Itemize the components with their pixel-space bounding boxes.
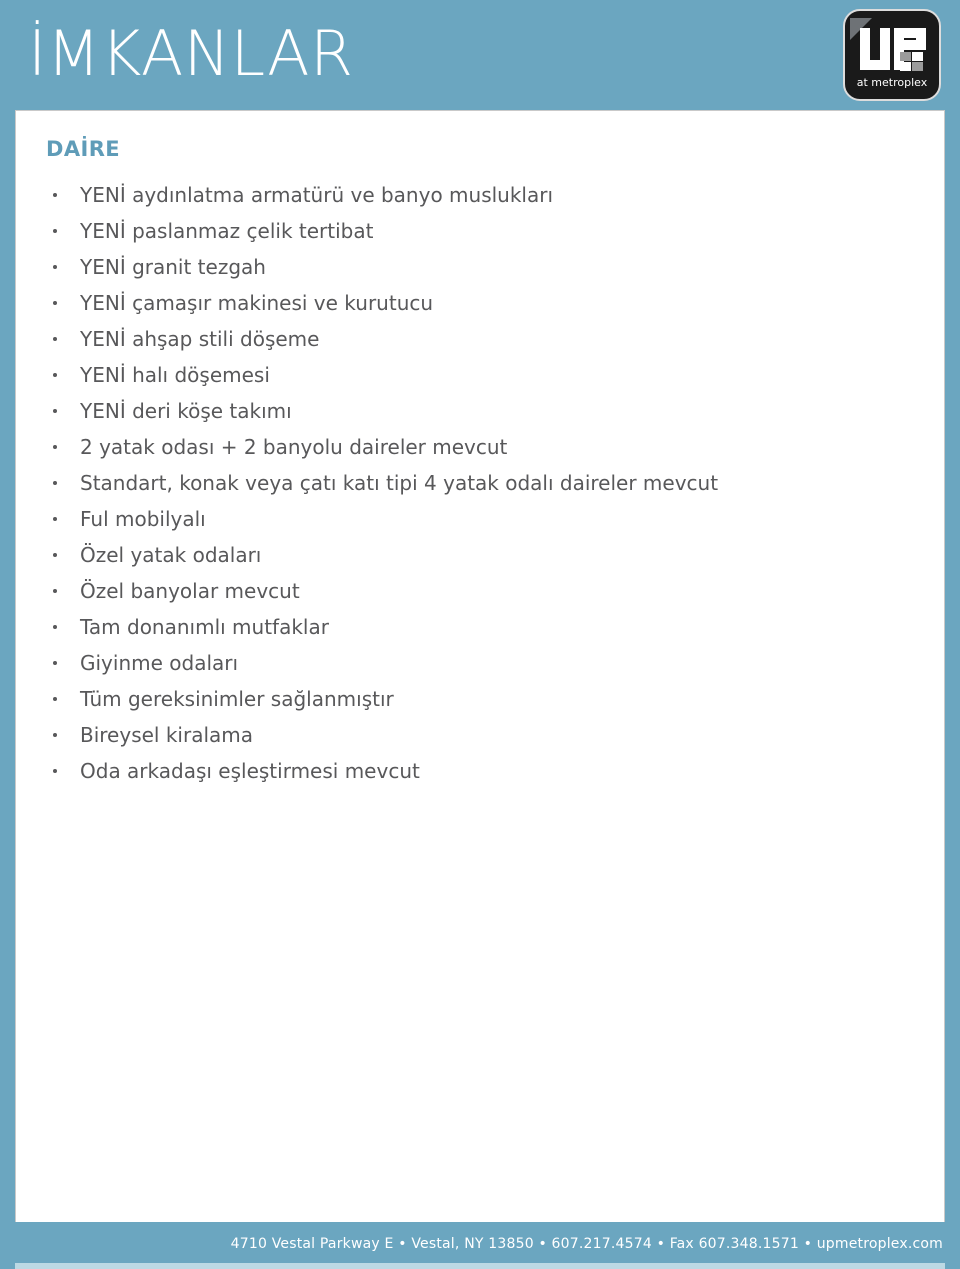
- list-item: Bireysel kiralama: [32, 717, 918, 753]
- list-item: YENİ deri köşe takımı: [32, 393, 918, 429]
- list-item-label: Tam donanımlı mutfaklar: [80, 615, 329, 639]
- list-item: Özel yatak odaları: [32, 537, 918, 573]
- list-item-label: Standart, konak veya çatı katı tipi 4 ya…: [80, 471, 719, 495]
- page-title: İMKANLAR: [28, 17, 354, 90]
- list-item: Tam donanımlı mutfaklar: [32, 609, 918, 645]
- content-panel: DAİRE YENİ aydınlatma armatürü ve banyo …: [15, 110, 945, 1222]
- footer-contact-text: 4710 Vestal Parkway E • Vestal, NY 13850…: [230, 1236, 943, 1252]
- feature-list: YENİ aydınlatma armatürü ve banyo musluk…: [32, 177, 918, 789]
- list-item-label: Özel yatak odaları: [80, 543, 262, 567]
- list-item-label: YENİ aydınlatma armatürü ve banyo musluk…: [80, 183, 554, 207]
- footer-accent-strip: [15, 1263, 945, 1269]
- list-item-label: Tüm gereksinimler sağlanmıştır: [80, 687, 394, 711]
- list-item: YENİ çamaşır makinesi ve kurutucu: [32, 285, 918, 321]
- list-item-label: Ful mobilyalı: [80, 507, 206, 531]
- list-item-label: YENİ halı döşemesi: [80, 363, 270, 387]
- bullet-icon: [53, 337, 57, 341]
- bullet-icon: [53, 733, 57, 737]
- list-item-label: YENİ paslanmaz çelik tertibat: [80, 219, 374, 243]
- list-item: YENİ granit tezgah: [32, 249, 918, 285]
- list-item-label: YENİ çamaşır makinesi ve kurutucu: [80, 291, 434, 315]
- list-item: YENİ halı döşemesi: [32, 357, 918, 393]
- bullet-icon: [53, 445, 57, 449]
- list-item: YENİ paslanmaz çelik tertibat: [32, 213, 918, 249]
- list-item: Tüm gereksinimler sağlanmıştır: [32, 681, 918, 717]
- bullet-icon: [53, 697, 57, 701]
- list-item-label: Oda arkadaşı eşleştirmesi mevcut: [80, 759, 420, 783]
- section-heading-daire: DAİRE: [46, 137, 121, 161]
- list-item-label: Bireysel kiralama: [80, 723, 254, 747]
- list-item: 2 yatak odası + 2 banyolu daireler mevcu…: [32, 429, 918, 465]
- list-item: Oda arkadaşı eşleştirmesi mevcut: [32, 753, 918, 789]
- bullet-icon: [53, 229, 57, 233]
- page-footer: 4710 Vestal Parkway E • Vestal, NY 13850…: [0, 1222, 960, 1269]
- up-at-metroplex-logo: at metroplex: [842, 8, 942, 102]
- list-item: YENİ ahşap stili döşeme: [32, 321, 918, 357]
- list-item: YENİ aydınlatma armatürü ve banyo musluk…: [32, 177, 918, 213]
- list-item: Ful mobilyalı: [32, 501, 918, 537]
- list-item-label: Giyinme odaları: [80, 651, 239, 675]
- bullet-icon: [53, 193, 57, 197]
- list-item: Özel banyolar mevcut: [32, 573, 918, 609]
- bullet-icon: [53, 409, 57, 413]
- bullet-icon: [53, 661, 57, 665]
- bullet-icon: [53, 553, 57, 557]
- list-item-label: YENİ deri köşe takımı: [80, 399, 292, 423]
- bullet-icon: [53, 373, 57, 377]
- svg-text:at metroplex: at metroplex: [857, 76, 928, 89]
- list-item: Standart, konak veya çatı katı tipi 4 ya…: [32, 465, 918, 501]
- bullet-icon: [53, 589, 57, 593]
- bullet-icon: [53, 265, 57, 269]
- bullet-icon: [53, 301, 57, 305]
- list-item-label: 2 yatak odası + 2 banyolu daireler mevcu…: [80, 435, 508, 459]
- list-item-label: YENİ granit tezgah: [80, 255, 266, 279]
- list-item-label: YENİ ahşap stili döşeme: [80, 327, 320, 351]
- page-header: İMKANLAR at metroplex: [0, 0, 960, 110]
- content-panel-wrapper: DAİRE YENİ aydınlatma armatürü ve banyo …: [0, 110, 960, 1222]
- list-item-label: Özel banyolar mevcut: [80, 579, 300, 603]
- list-item: Giyinme odaları: [32, 645, 918, 681]
- bullet-icon: [53, 481, 57, 485]
- document-page: İMKANLAR at metroplex DAİRE YENİ aydınla…: [0, 0, 960, 1269]
- bullet-icon: [53, 517, 57, 521]
- bullet-icon: [53, 769, 57, 773]
- bullet-icon: [53, 625, 57, 629]
